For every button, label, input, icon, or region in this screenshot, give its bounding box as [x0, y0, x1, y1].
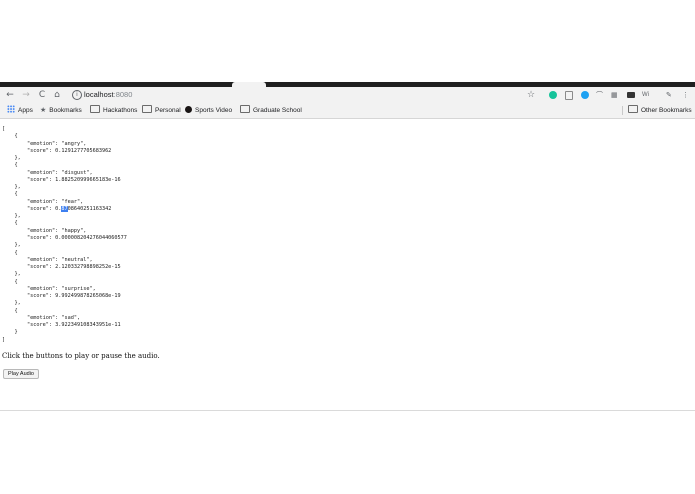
bookmark-graduate-school[interactable]: Graduate School	[240, 103, 302, 118]
folder-icon	[142, 105, 152, 114]
emotion-value: surprise	[64, 285, 90, 292]
emotion-value: disgust	[64, 169, 87, 176]
folder-icon	[90, 105, 100, 114]
emotion-value: happy	[64, 227, 81, 234]
back-icon[interactable]: ←	[4, 88, 16, 102]
browser-toolbar: ← → C ⌂ i localhost:8080 ☆ ⌒ ▦ Wi ✎ ⋮	[0, 87, 695, 103]
bookmarks-separator	[622, 106, 623, 115]
wi-extension-icon[interactable]: Wi	[642, 89, 649, 101]
score-value: 2.120332798898252e-15	[55, 264, 121, 271]
folder-icon	[240, 105, 250, 114]
reload-icon[interactable]: C	[36, 88, 48, 102]
forward-icon[interactable]: →	[20, 88, 32, 102]
apps-grid-icon	[7, 105, 15, 114]
score-value: 9.992499878265068e-19	[55, 293, 121, 300]
star-icon: ★	[40, 106, 47, 114]
bookmarks-bar: Apps ★ Bookmarks Hackathons Personal Spor…	[0, 103, 695, 119]
spotify-icon	[185, 105, 192, 113]
score-value: 0.1291277705683962	[55, 147, 112, 154]
score-value: 3.922349108343951e-11	[55, 322, 121, 329]
play-audio-button[interactable]: Play Audio	[3, 369, 39, 379]
wave-extension-icon[interactable]: ⌒	[596, 89, 603, 101]
emotion-value: fear	[64, 198, 77, 205]
bookmark-sports-video[interactable]: Sports Video	[185, 103, 232, 118]
score-value: 1.882520999665183e-16	[55, 176, 121, 183]
bookmark-hackathons[interactable]: Hackathons	[90, 103, 137, 118]
cast-icon[interactable]	[627, 92, 635, 98]
emotion-value: angry	[64, 140, 81, 147]
site-info-icon[interactable]: i	[72, 90, 82, 100]
page-bottom-divider	[0, 410, 695, 411]
score-value: 0.8708640251163342	[55, 205, 112, 212]
score-value: 0.000008204276044060577	[55, 234, 127, 241]
url-text: localhost:8080	[84, 90, 133, 99]
bookmark-extension-icon[interactable]	[565, 91, 573, 100]
folder-icon	[628, 105, 638, 114]
menu-icon[interactable]: ⋮	[682, 89, 689, 101]
blue-circle-extension-icon[interactable]	[581, 91, 589, 99]
home-icon[interactable]: ⌂	[51, 88, 63, 102]
grammarly-icon[interactable]	[549, 91, 557, 99]
bookmark-other[interactable]: Other Bookmarks	[628, 103, 692, 118]
address-bar[interactable]: i localhost:8080 ☆	[68, 89, 540, 101]
emotion-value: neutral	[64, 256, 87, 263]
bookmark-apps[interactable]: Apps	[7, 103, 33, 118]
star-icon[interactable]: ☆	[527, 89, 535, 101]
extension-icon[interactable]: ▦	[611, 89, 618, 101]
audio-instruction-text: Click the buttons to play or pause the a…	[2, 352, 160, 360]
emotion-value: sad	[64, 314, 74, 321]
bookmark-personal[interactable]: Personal	[142, 103, 181, 118]
bookmark-bookmarks[interactable]: ★ Bookmarks	[40, 103, 82, 118]
pin-icon[interactable]: ✎	[666, 89, 672, 101]
emotion-json-output: [ { "emotion": "angry", "score": 0.12912…	[2, 126, 127, 343]
